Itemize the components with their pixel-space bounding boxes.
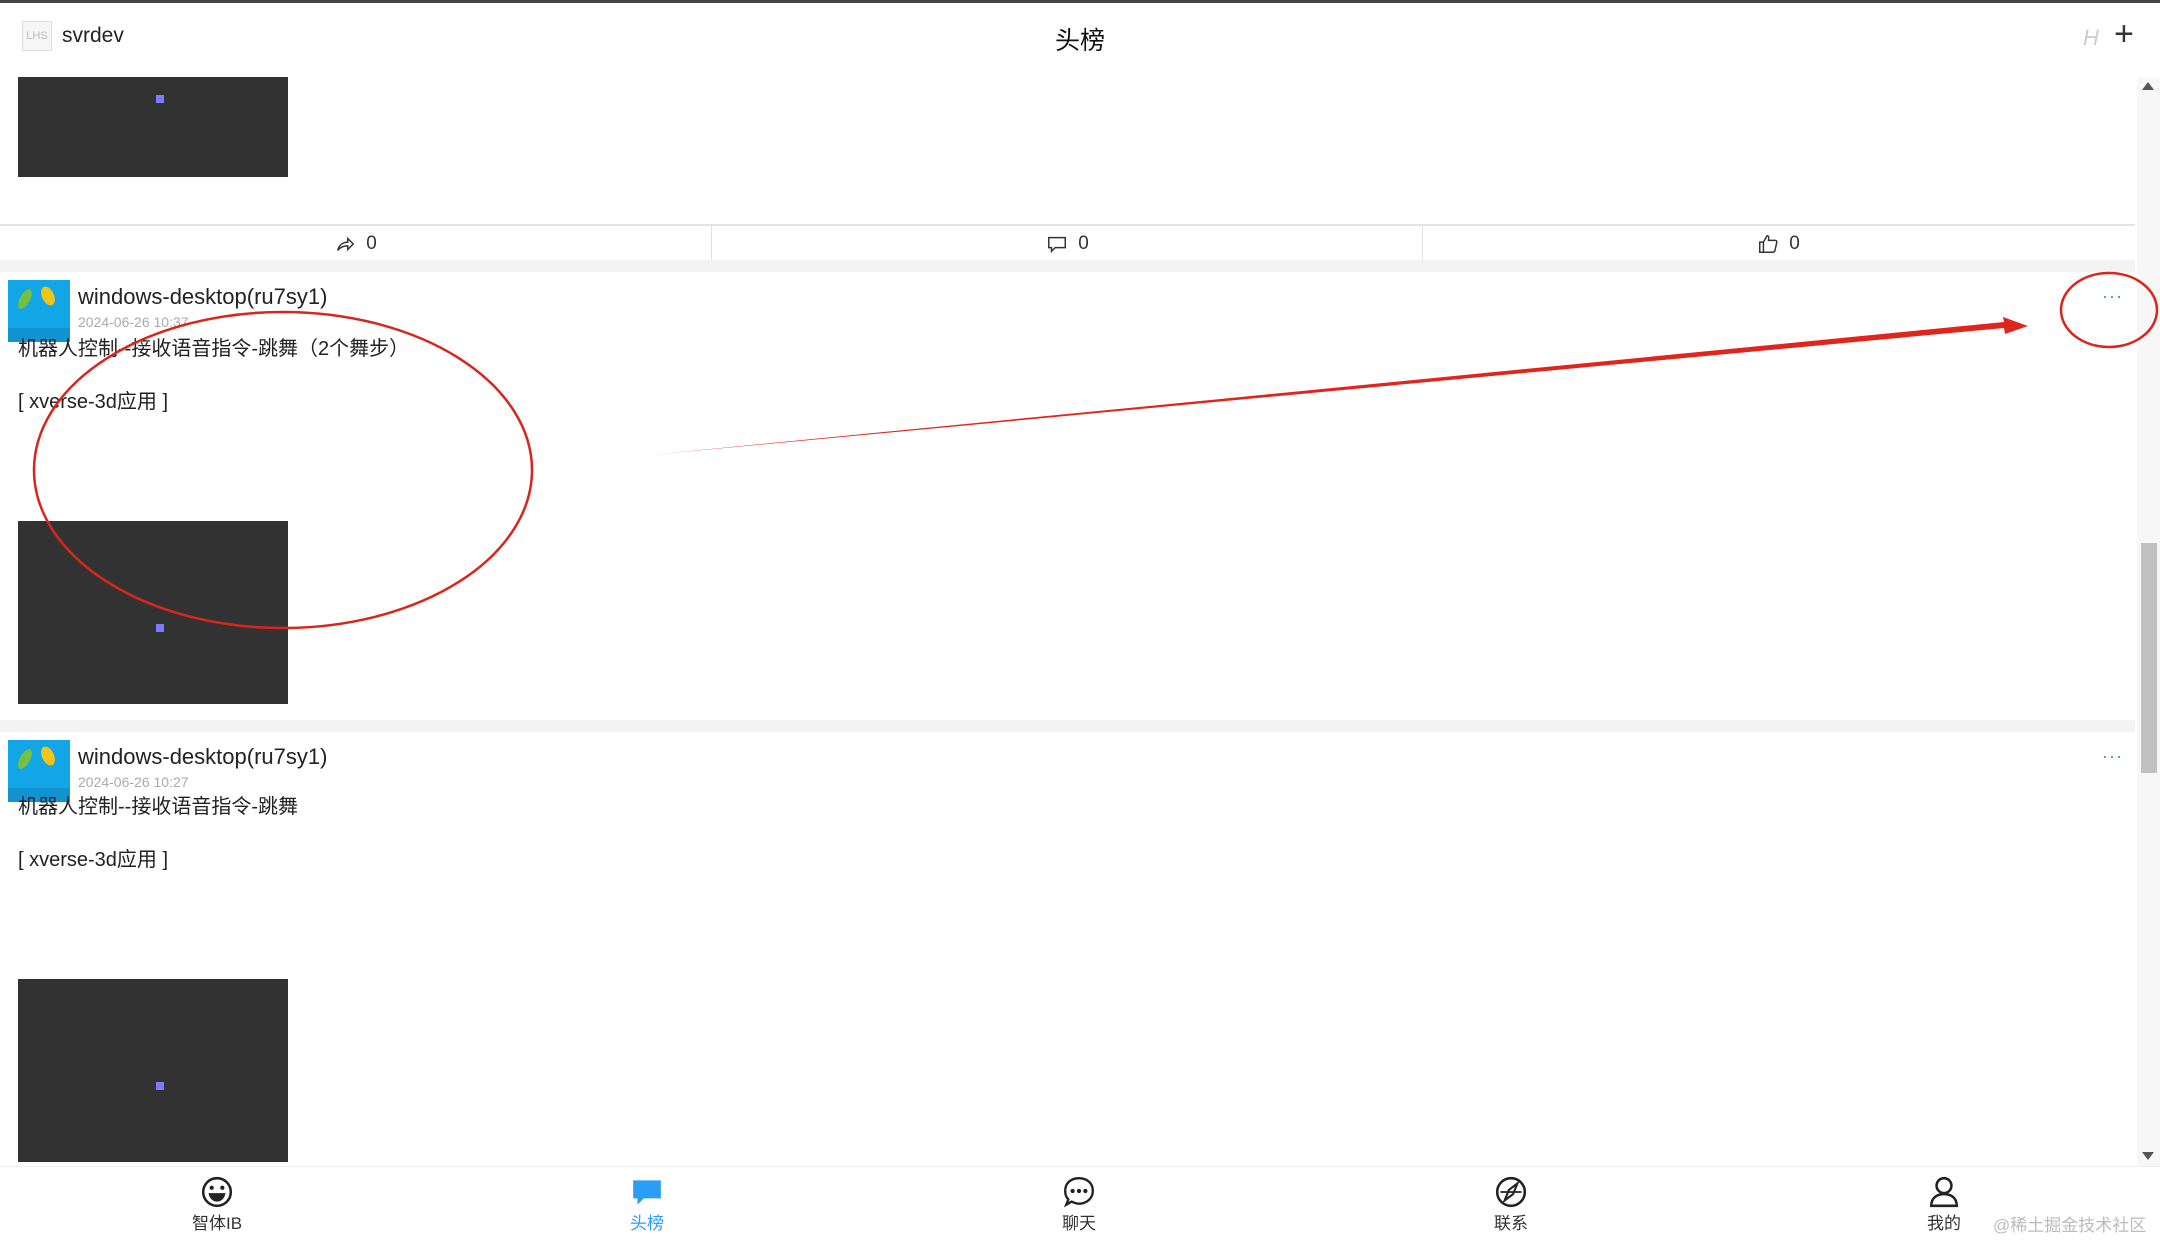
nav-label: 智体IB xyxy=(191,1214,243,1233)
feed[interactable]: 0 0 0 windows-desktop(ru7sy1) 2024-06-26… xyxy=(0,69,2135,1164)
post-author[interactable]: windows-desktop(ru7sy1) xyxy=(78,284,327,310)
nav-item-zhiti[interactable]: 智体IB xyxy=(157,1175,277,1234)
post-action-bar: 0 0 0 xyxy=(0,224,2135,262)
post-card: windows-desktop(ru7sy1) 2024-06-26 10:37… xyxy=(0,272,2135,789)
nav-label: 聊天 xyxy=(1062,1214,1096,1233)
thumbs-up-icon xyxy=(1759,235,1778,253)
post-app-tag[interactable]: [ xverse-3d应用 ] xyxy=(18,843,168,872)
more-options-button[interactable]: ··· xyxy=(2102,286,2123,307)
post-card: windows-desktop(ru7sy1) 2024-06-26 10:27… xyxy=(0,732,2135,1164)
compass-icon xyxy=(1495,1176,1527,1208)
chat-bubble-icon xyxy=(633,1180,661,1205)
scrollbar-thumb[interactable] xyxy=(2141,543,2157,773)
header-h-button[interactable]: H xyxy=(2083,25,2099,51)
nav-label: 头榜 xyxy=(630,1214,664,1233)
share-count: 0 xyxy=(366,233,377,254)
post-timestamp: 2024-06-26 10:37 xyxy=(78,314,189,330)
user-icon xyxy=(1929,1176,1959,1208)
page-title: 头榜 xyxy=(1054,27,1105,55)
post-text: 机器人控制--接收语音指令-跳舞 xyxy=(18,796,298,818)
post-timestamp: 2024-06-26 10:27 xyxy=(78,774,189,790)
vertical-scrollbar[interactable] xyxy=(2137,78,2160,1166)
comment-icon xyxy=(1048,236,1067,254)
smiley-icon xyxy=(201,1176,233,1208)
post-app-tag[interactable]: [ xverse-3d应用 ] xyxy=(18,385,168,414)
scroll-up-arrow-icon[interactable] xyxy=(2142,82,2154,90)
thumbnail-marker xyxy=(156,1082,164,1090)
comment-count: 0 xyxy=(1078,233,1089,254)
post-thumbnail[interactable] xyxy=(18,521,288,704)
thumbnail-marker xyxy=(156,95,164,103)
share-button[interactable]: 0 xyxy=(0,226,711,262)
bottom-navigation: 智体IB 头榜 聊天 联系 我的 xyxy=(0,1166,2160,1240)
add-button[interactable]: + xyxy=(2114,17,2134,51)
watermark: @稀土掘金技术社区 xyxy=(1993,1216,2147,1235)
like-count: 0 xyxy=(1789,233,1800,254)
post-separator xyxy=(0,720,2135,732)
share-icon xyxy=(337,236,355,252)
like-button[interactable]: 0 xyxy=(1422,226,2134,262)
nav-item-toubang[interactable]: 头榜 xyxy=(587,1175,707,1234)
app-header: LHS svrdev 头榜 H + xyxy=(0,3,2160,69)
nav-item-chat[interactable]: 聊天 xyxy=(1019,1175,1139,1234)
nav-label: 我的 xyxy=(1927,1214,1961,1233)
more-options-button[interactable]: ··· xyxy=(2102,746,2123,767)
post-author[interactable]: windows-desktop(ru7sy1) xyxy=(78,744,327,770)
post-text: 机器人控制--接收语音指令-跳舞（2个舞步） xyxy=(18,338,410,360)
post-separator xyxy=(0,260,2135,272)
chat-dots-icon xyxy=(1063,1177,1094,1208)
nav-item-contacts[interactable]: 联系 xyxy=(1451,1175,1571,1234)
nav-item-me[interactable]: 我的 xyxy=(1884,1175,2004,1234)
post-card: 0 0 0 xyxy=(0,69,2135,262)
post-thumbnail[interactable] xyxy=(18,77,288,177)
post-thumbnail[interactable] xyxy=(18,979,288,1162)
thumbnail-marker xyxy=(156,624,164,632)
nav-label: 联系 xyxy=(1494,1214,1528,1233)
comment-button[interactable]: 0 xyxy=(711,226,1423,262)
scroll-down-arrow-icon[interactable] xyxy=(2142,1152,2154,1160)
